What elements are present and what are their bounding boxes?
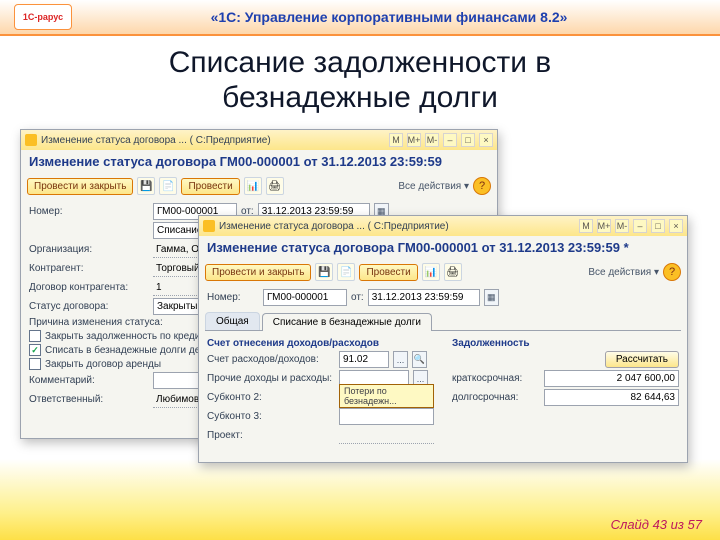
dogovor-label: Договор контрагента: — [29, 282, 149, 293]
provesti-button[interactable]: Провести — [359, 264, 417, 281]
sub3-input[interactable] — [339, 408, 434, 425]
calc-button[interactable]: Рассчитать — [605, 351, 679, 368]
btn-close[interactable]: × — [479, 133, 493, 147]
slide-title-line1: Списание задолженности в — [169, 46, 552, 79]
form-2: Номер: ГМ00-000001 от: 31.12.2013 23:59:… — [199, 285, 687, 310]
group-accounts-title: Счет отнесения доходов/расходов — [207, 338, 434, 349]
help-button[interactable]: ? — [473, 177, 491, 195]
save-icon[interactable]: 💾 — [137, 177, 155, 195]
acc-label: Счет расходов/доходов: — [207, 354, 335, 365]
sub2-label: Субконто 2: — [207, 392, 335, 403]
header-title: «1С: Управление корпоративными финансами… — [72, 9, 706, 25]
report-icon[interactable]: 📊 — [422, 263, 440, 281]
open-icon[interactable]: 🔍 — [412, 351, 427, 368]
titlebar-1[interactable]: Изменение статуса договора ... ( С:Предп… — [21, 130, 497, 150]
favorite-icon[interactable] — [25, 134, 37, 146]
tab-writeoff[interactable]: Списание в безнадежные долги — [262, 313, 432, 331]
short-label: краткосрочная: — [452, 373, 540, 384]
acc-input[interactable]: 91.02 — [339, 351, 389, 368]
tabs: Общая Списание в безнадежные долги — [205, 312, 681, 331]
sub3-label: Субконто 3: — [207, 411, 335, 422]
chk-rent[interactable] — [29, 358, 41, 370]
ot-label: от: — [351, 292, 364, 303]
provesti-zakryt-button[interactable]: Провести и закрыть — [27, 178, 133, 195]
nomer-input[interactable]: ГМ00-000001 — [263, 289, 347, 306]
titlebar-text-1: Изменение статуса договора ... ( С:Предп… — [41, 135, 271, 146]
doc-header-2: Изменение статуса договора ГМ00-000001 о… — [199, 236, 687, 261]
btn-m-minus[interactable]: M- — [615, 219, 629, 233]
btn-m-plus[interactable]: M+ — [407, 133, 421, 147]
btn-m[interactable]: M — [579, 219, 593, 233]
windows-area: Изменение статуса договора ... ( С:Предп… — [20, 129, 700, 489]
btn-minimize[interactable]: – — [443, 133, 457, 147]
help-button[interactable]: ? — [663, 263, 681, 281]
post-icon[interactable]: 📄 — [337, 263, 355, 281]
print-icon[interactable]: 🖨 — [266, 177, 284, 195]
toolbar-1: Провести и закрыть 💾 📄 Провести 📊 🖨 Все … — [21, 175, 497, 199]
resp-label: Ответственный: — [29, 394, 149, 405]
group-debt: Задолженность Рассчитать краткосрочная: … — [452, 335, 679, 446]
short-input[interactable]: 2 047 600,00 — [544, 370, 679, 387]
slide-title: Списание задолженности в безнадежные дол… — [0, 36, 720, 129]
all-actions-link[interactable]: Все действия ▾ — [398, 181, 469, 192]
slide-counter: Слайд 43 из 57 — [611, 517, 702, 532]
chk-rent-label: Закрыть договор аренды — [45, 359, 161, 370]
chk-writeoff[interactable]: ✓ — [29, 344, 41, 356]
btn-maximize[interactable]: □ — [461, 133, 475, 147]
contragent-label: Контрагент: — [29, 263, 149, 274]
doc-header-1: Изменение статуса договора ГМ00-000001 о… — [21, 150, 497, 175]
btn-maximize[interactable]: □ — [651, 219, 665, 233]
print-icon[interactable]: 🖨 — [444, 263, 462, 281]
status-label: Статус договора: — [29, 301, 149, 312]
provesti-zakryt-button[interactable]: Провести и закрыть — [205, 264, 311, 281]
reason-label: Причина изменения статуса: — [29, 317, 163, 328]
other-label: Прочие доходы и расходы: — [207, 373, 335, 384]
comment-label: Комментарий: — [29, 375, 149, 386]
tab-general[interactable]: Общая — [205, 312, 260, 330]
slide-title-line2: безнадежные долги — [222, 81, 498, 114]
btn-m-plus[interactable]: M+ — [597, 219, 611, 233]
window-status-change-2: Изменение статуса договора ... ( С:Предп… — [198, 215, 688, 463]
provesti-button[interactable]: Провести — [181, 178, 239, 195]
post-icon[interactable]: 📄 — [159, 177, 177, 195]
toolbar-2: Провести и закрыть 💾 📄 Провести 📊 🖨 Все … — [199, 261, 687, 285]
tooltip-other: Потери по безнадежн... — [339, 384, 434, 408]
nomer-label: Номер: — [29, 206, 149, 217]
calendar-icon[interactable]: ▦ — [484, 289, 499, 306]
group-debt-title: Задолженность — [452, 338, 679, 349]
btn-minimize[interactable]: – — [633, 219, 647, 233]
titlebar-text-2: Изменение статуса договора ... ( С:Предп… — [219, 221, 449, 232]
project-input[interactable] — [339, 427, 434, 444]
nomer-label: Номер: — [207, 292, 259, 303]
select-icon[interactable]: ... — [393, 351, 408, 368]
btn-m[interactable]: M — [389, 133, 403, 147]
chk-credit[interactable] — [29, 330, 41, 342]
project-label: Проект: — [207, 430, 335, 441]
all-actions-link[interactable]: Все действия ▾ — [588, 267, 659, 278]
favorite-icon[interactable] — [203, 220, 215, 232]
group-accounts: Счет отнесения доходов/расходов Счет рас… — [207, 335, 434, 446]
date-input[interactable]: 31.12.2013 23:59:59 — [368, 289, 480, 306]
logo: 1С-рарус — [14, 4, 72, 30]
header-band: 1С-рарус «1С: Управление корпоративными … — [0, 0, 720, 36]
btn-close[interactable]: × — [669, 219, 683, 233]
btn-m-minus[interactable]: M- — [425, 133, 439, 147]
long-input[interactable]: 82 644,63 — [544, 389, 679, 406]
report-icon[interactable]: 📊 — [244, 177, 262, 195]
long-label: долгосрочная: — [452, 392, 540, 403]
save-icon[interactable]: 💾 — [315, 263, 333, 281]
org-label: Организация: — [29, 244, 149, 255]
tab-body: Счет отнесения доходов/расходов Счет рас… — [199, 331, 687, 450]
titlebar-2[interactable]: Изменение статуса договора ... ( С:Предп… — [199, 216, 687, 236]
